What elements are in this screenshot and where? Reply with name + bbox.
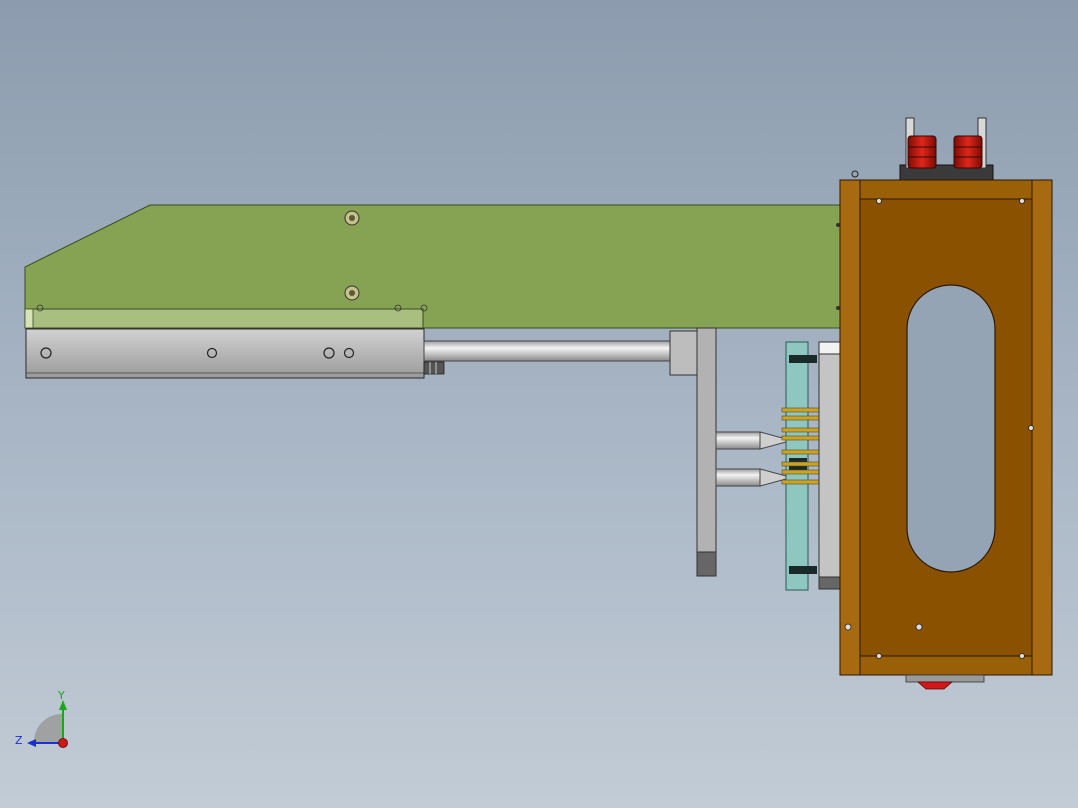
contact-plate[interactable] [781, 341, 821, 591]
top-connectors[interactable] [851, 117, 994, 182]
red-connector-left [907, 135, 937, 169]
cad-model-view[interactable]: Y Z [0, 0, 1078, 808]
x-axis-dot-icon [58, 738, 68, 748]
z-axis-arrow-icon [27, 739, 36, 747]
linear-rail[interactable] [25, 328, 445, 379]
frame-window [906, 284, 996, 573]
probe-pins[interactable] [715, 431, 787, 487]
triad-y-label: Y [57, 689, 65, 702]
brown-frame[interactable] [839, 179, 1053, 690]
mounting-plate[interactable] [818, 341, 841, 590]
red-connector-right [953, 135, 983, 169]
piston-rod[interactable] [423, 330, 698, 376]
triad-z-label: Z [15, 734, 23, 747]
cad-viewport[interactable]: Y Z [0, 0, 1078, 808]
vertical-bracket[interactable] [696, 327, 717, 577]
arm-plate[interactable] [24, 204, 841, 329]
orientation-triad: Y Z [15, 689, 68, 748]
